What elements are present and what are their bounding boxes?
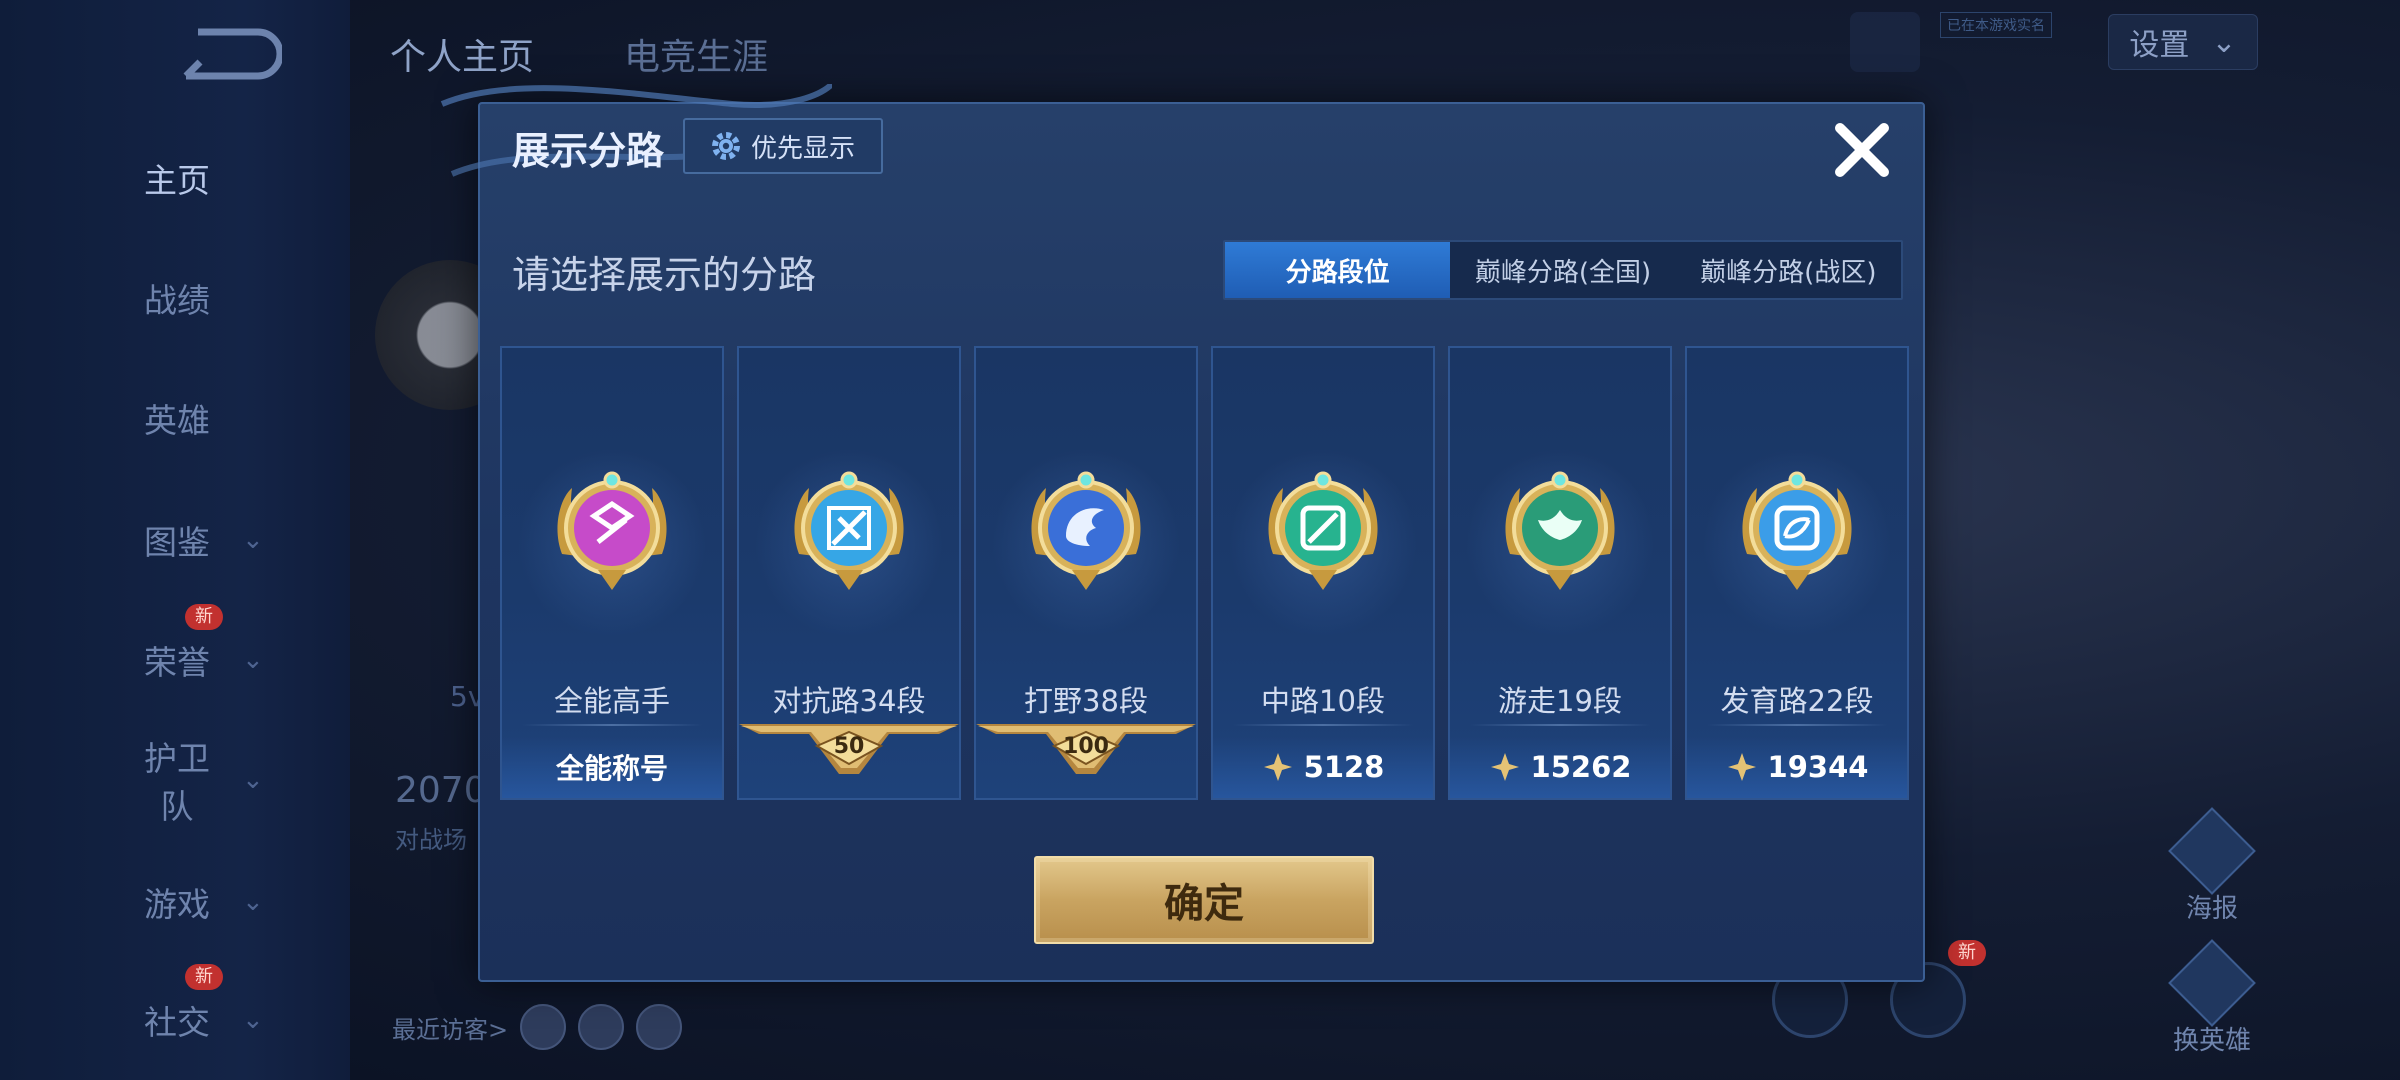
card-divider (1470, 724, 1650, 726)
dragon-icon (1031, 471, 1141, 590)
sidebar-item-label: 荣誉 (144, 643, 210, 682)
bottom-value: 15262 (1530, 750, 1632, 784)
settings-button[interactable]: 设置 ⌄ (2108, 14, 2258, 70)
sidebar-item-label: 主页 (144, 161, 210, 200)
chevron-down-icon: ⌄ (242, 765, 264, 795)
change-hero-button[interactable]: 换英雄 (2152, 939, 2272, 1057)
qq-icon[interactable] (1850, 12, 1920, 72)
chevron-down-icon: ⌄ (242, 525, 264, 555)
lane-rank-name: 全能高手 (553, 684, 670, 718)
recent-visitors[interactable]: 最近访客> (392, 1004, 683, 1050)
lane-type-tabs: 分路段位 巅峰分路(全国) 巅峰分路(战区) (1223, 240, 1903, 300)
tab-personal-home[interactable]: 个人主页 (390, 28, 534, 80)
bottom-value: 全能称号 (555, 752, 668, 785)
sidebar-item[interactable]: 主页 (130, 148, 330, 208)
ribbon-level-number: 50 (833, 734, 865, 759)
sidebar-item[interactable]: 图鉴 ⌄ (130, 510, 330, 570)
all-round-icon (557, 471, 667, 590)
close-icon[interactable] (1830, 118, 1894, 182)
priority-display-label: 优先显示 (750, 133, 855, 164)
bottom-value: 19344 (1767, 750, 1869, 784)
level-ribbon: 100 (976, 724, 1196, 798)
peak-score-icon (1263, 753, 1292, 781)
sidebar-item-label: 社交 (144, 1003, 210, 1042)
real-name-badge: 已在本游戏实名 (1940, 12, 2052, 38)
profile-tabs: 个人主页 电竞生涯 (390, 28, 768, 80)
lane-rank-name: 游走19段 (1498, 684, 1622, 718)
dialog-subtitle: 请选择展示的分路 (512, 253, 817, 297)
sidebar-item-label: 护卫队 (144, 739, 210, 826)
peak-score: 19344 (1687, 736, 1907, 798)
lane-rank-name: 打野38段 (1024, 684, 1148, 718)
lane-rank-name: 对抗路34段 (772, 684, 926, 718)
mid-lane-icon (1268, 471, 1378, 590)
card-divider (522, 724, 702, 726)
tab-lane-type[interactable]: 分路段位 (1225, 242, 1451, 298)
visitor-avatar[interactable] (520, 1004, 567, 1050)
bottom-value: 5128 (1303, 750, 1385, 784)
sidebar-item-label: 战绩 (144, 281, 210, 320)
tab-lane-type[interactable]: 巅峰分路(战区) (1676, 242, 1901, 298)
lane-card[interactable]: 中路10段 5128 (1211, 346, 1435, 800)
priority-display-button[interactable]: 优先显示 (683, 118, 883, 174)
gear-icon (711, 132, 740, 160)
wings-icon (1505, 471, 1615, 590)
lane-cards: 全能高手 全能称号 对抗路34段 50 打野38段 100 中路10段 5128 游走19段 15… (500, 346, 1909, 800)
chevron-down-icon: ⌄ (242, 887, 264, 917)
change-hero-icon (2168, 939, 2256, 1027)
lane-rank-name: 中路10段 (1261, 684, 1385, 718)
lane-card[interactable]: 对抗路34段 50 (737, 346, 961, 800)
ribbon-level-number: 100 (1063, 734, 1109, 759)
card-divider (1707, 724, 1887, 726)
sidebar-item-label: 游戏 (144, 885, 210, 924)
chevron-down-icon: ⌄ (242, 645, 264, 675)
title-label: 全能称号 (502, 736, 722, 798)
settings-label: 设置 (2129, 28, 2190, 63)
peak-score: 5128 (1213, 736, 1433, 798)
chevron-down-icon: ⌄ (242, 1005, 264, 1035)
recent-visitors-label[interactable]: 最近访客> (392, 1010, 508, 1045)
card-divider (1233, 724, 1413, 726)
chevron-down-icon: ⌄ (2211, 24, 2237, 60)
lane-card[interactable]: 全能高手 全能称号 (500, 346, 724, 800)
lane-rank-name: 发育路22段 (1720, 684, 1874, 718)
poster-icon (2168, 807, 2256, 895)
match-count: 2070 (395, 770, 487, 811)
visitor-avatar[interactable] (578, 1004, 625, 1050)
confirm-label: 确定 (1164, 881, 1244, 927)
sidebar-item[interactable]: 社交 ⌄ (130, 990, 330, 1050)
new-badge: 新 (1948, 940, 1986, 966)
sidebar-item[interactable]: 英雄 (130, 388, 330, 448)
peak-score: 15262 (1450, 736, 1670, 798)
new-badge: 新 (185, 964, 223, 990)
sidebar-item[interactable]: 战绩 (130, 268, 330, 328)
lane-card[interactable]: 发育路22段 19344 (1685, 346, 1909, 800)
poster-button[interactable]: 海报 (2152, 807, 2272, 925)
sidebar-item[interactable]: 游戏 ⌄ (130, 872, 330, 932)
lane-card[interactable]: 游走19段 15262 (1448, 346, 1672, 800)
display-lane-dialog: 展示分路 优先显示 请选择展示的分路 分路段位 巅峰分路(全国) 巅峰分路(战区) … (440, 84, 1925, 982)
dialog-title: 展示分路 (512, 129, 665, 173)
change-hero-label: 换英雄 (2172, 1026, 2251, 1056)
match-count-label: 对战场 (395, 826, 467, 854)
peak-score-icon (1727, 753, 1756, 781)
tab-esports-career[interactable]: 电竞生涯 (624, 28, 768, 80)
sidebar-item[interactable]: 护卫队 ⌄ (130, 739, 330, 826)
lane-card[interactable]: 打野38段 100 (974, 346, 1198, 800)
tab-lane-type[interactable]: 巅峰分路(全国) (1450, 242, 1675, 298)
confirm-button[interactable]: 确定 (1034, 856, 1374, 944)
level-ribbon: 50 (739, 724, 959, 798)
new-badge: 新 (185, 604, 223, 630)
sidebar-item-label: 图鉴 (144, 523, 210, 562)
visitor-avatar[interactable] (636, 1004, 683, 1050)
poster-label: 海报 (2185, 894, 2238, 924)
peak-score-icon (1490, 753, 1519, 781)
sidebar-item-label: 英雄 (144, 401, 210, 440)
back-arrow-icon[interactable] (178, 28, 282, 82)
marksman-icon (1742, 471, 1852, 590)
sidebar-item[interactable]: 荣誉 ⌄ (130, 630, 330, 690)
sword-icon (794, 471, 904, 590)
